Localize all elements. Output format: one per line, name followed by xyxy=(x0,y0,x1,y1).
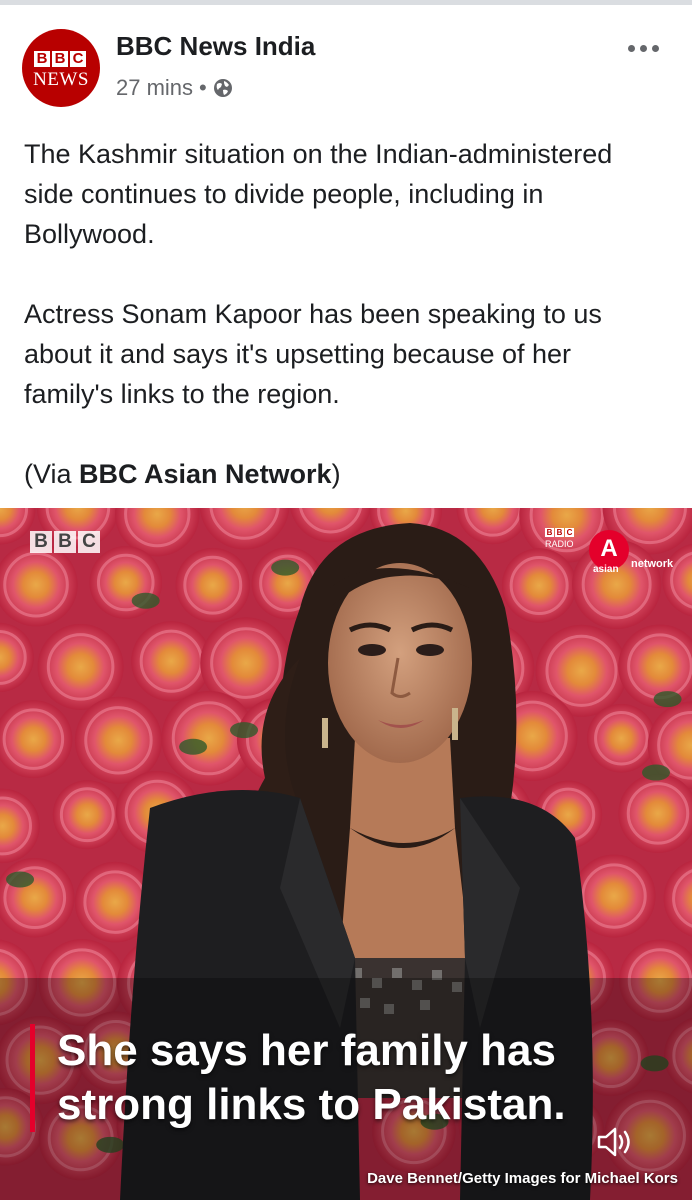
more-options-icon xyxy=(628,45,635,52)
page-name[interactable]: BBC News India xyxy=(116,31,315,62)
video-caption: She says her family has strong links to … xyxy=(30,1024,566,1132)
peony-flower xyxy=(586,703,656,773)
radio-asian-word: asian xyxy=(593,564,619,575)
radio-block: B xyxy=(555,528,564,537)
more-options-icon xyxy=(640,45,647,52)
avatar-bbc-blocks: B B C xyxy=(34,51,86,67)
via-link[interactable]: BBC Asian Network xyxy=(79,459,332,489)
meta-separator: • xyxy=(199,75,207,100)
page-avatar[interactable]: B B C NEWS xyxy=(22,29,100,107)
leaf xyxy=(6,871,35,888)
leaf xyxy=(131,592,160,609)
via-line: (Via BBC Asian Network) xyxy=(24,454,664,494)
caption-line: strong links to Pakistan. xyxy=(57,1080,566,1129)
post-paragraph: The Kashmir situation on the Indian-admi… xyxy=(24,139,613,249)
peony-flower xyxy=(175,547,251,623)
peony-flower xyxy=(52,780,122,850)
bbc-logo-block: C xyxy=(78,531,100,553)
avatar-block: C xyxy=(70,51,86,67)
leaf xyxy=(230,722,259,739)
avatar-block: B xyxy=(34,51,50,67)
video-thumbnail[interactable]: B B C B B C RADIO A asian network She sa… xyxy=(0,508,692,1200)
more-options-icon xyxy=(652,45,659,52)
post-timestamp[interactable]: 27 mins xyxy=(116,75,193,101)
post-paragraph: Actress Sonam Kapoor has been speaking t… xyxy=(24,299,602,409)
asian-network-logo: B B C RADIO A asian network xyxy=(545,528,685,578)
radio-bbc-blocks: B B C xyxy=(545,528,574,537)
post-text: The Kashmir situation on the Indian-admi… xyxy=(24,134,664,494)
radio-block: C xyxy=(565,528,574,537)
bbc-logo-block: B xyxy=(54,531,76,553)
avatar-news-word: NEWS xyxy=(33,69,89,90)
leaf xyxy=(653,691,682,708)
bbc-logo-block: B xyxy=(30,531,52,553)
peony-flower xyxy=(37,623,124,710)
caption-line: She says her family has xyxy=(57,1026,556,1075)
avatar-block: B xyxy=(52,51,68,67)
globe-icon xyxy=(213,79,232,97)
peony-flower xyxy=(74,696,163,784)
leaf xyxy=(271,559,300,576)
photo-credit: Dave Bennet/Getty Images for Michael Kor… xyxy=(367,1170,678,1187)
speaker-icon[interactable] xyxy=(596,1124,636,1160)
radio-network-word: network xyxy=(631,558,674,570)
leaf xyxy=(642,764,671,781)
via-suffix: ) xyxy=(331,459,341,489)
post-meta: 27 mins • xyxy=(116,75,233,101)
radio-word: RADIO xyxy=(545,539,574,549)
radio-block: B xyxy=(545,528,554,537)
more-options-button[interactable] xyxy=(624,41,663,56)
post-header: B B C NEWS BBC News India 27 mins • xyxy=(0,5,692,107)
peony-flower xyxy=(131,621,212,702)
leaf xyxy=(179,738,208,755)
via-prefix: (Via xyxy=(24,459,80,489)
bbc-watermark-logo: B B C xyxy=(30,531,100,553)
